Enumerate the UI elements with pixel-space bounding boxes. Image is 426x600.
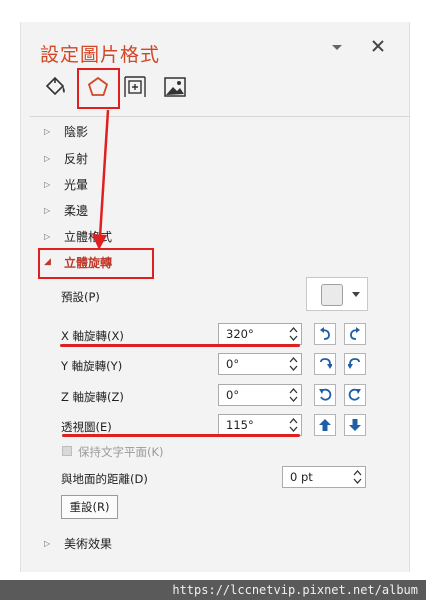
expand-arrow-icon: ▷	[44, 538, 51, 548]
paint-bucket-icon[interactable]	[42, 74, 68, 100]
section-3d-format[interactable]: ▷ 立體格式	[44, 227, 112, 245]
section-artistic-effects[interactable]: ▷ 美術效果	[44, 534, 112, 552]
arrow-down-icon	[349, 419, 361, 431]
preset-preview	[321, 284, 343, 306]
arrow-up-icon	[319, 419, 331, 431]
perspective-input[interactable]: 115°	[218, 414, 302, 436]
rotate-clockwise-button[interactable]	[314, 384, 336, 406]
size-properties-icon[interactable]	[122, 74, 148, 100]
section-shadow[interactable]: ▷ 陰影	[44, 122, 88, 140]
x-rotation-value: 320°	[226, 327, 254, 341]
y-rotation-label: Y 軸旋轉(Y)	[61, 359, 123, 373]
x-rotation-label: X 軸旋轉(X)	[61, 329, 124, 343]
section-label: 光暈	[64, 177, 89, 192]
section-glow[interactable]: ▷ 光暈	[44, 175, 88, 193]
expand-arrow-icon: ▷	[44, 153, 51, 163]
section-label: 反射	[64, 151, 89, 166]
z-rotation-value: 0°	[226, 388, 240, 402]
section-highlight-box	[38, 248, 154, 279]
annotation-underline-perspective	[62, 434, 300, 437]
selected-tab-highlight	[77, 68, 120, 109]
expand-arrow-icon: ▷	[44, 126, 51, 136]
y-rotation-input[interactable]: 0°	[218, 353, 302, 375]
section-label: 美術效果	[64, 536, 113, 551]
chevron-down-icon	[352, 292, 360, 297]
picture-icon[interactable]	[162, 74, 188, 100]
expand-arrow-icon: ▷	[44, 179, 51, 189]
perspective-label: 透視圖(E)	[61, 420, 112, 434]
annotation-underline-x	[60, 344, 300, 347]
rotate-clockwise-icon	[319, 388, 332, 401]
section-soft-edges[interactable]: ▷ 柔邊	[44, 201, 88, 219]
presets-dropdown[interactable]	[306, 277, 368, 311]
rotate-down-button[interactable]	[344, 353, 366, 375]
rotate-up-icon	[320, 358, 332, 369]
z-rotation-label: Z 軸旋轉(Z)	[61, 390, 124, 404]
reset-button[interactable]: 重設(R)	[61, 495, 118, 519]
presets-label: 預設(P)	[61, 290, 100, 304]
expand-arrow-icon: ▷	[44, 231, 51, 241]
spinner-icon[interactable]	[353, 469, 362, 485]
section-label: 立體格式	[64, 229, 113, 244]
section-label: 柔邊	[64, 203, 89, 218]
pane-title: 設定圖片格式	[40, 44, 161, 66]
z-rotation-input[interactable]: 0°	[218, 384, 302, 406]
rotate-counterclockwise-button[interactable]	[344, 384, 366, 406]
rotate-right-button[interactable]	[344, 323, 366, 345]
decrease-perspective-button[interactable]	[344, 414, 366, 436]
distance-label: 與地面的距離(D)	[61, 472, 148, 486]
close-icon[interactable]	[370, 38, 386, 54]
perspective-value: 115°	[226, 418, 254, 432]
y-rotation-value: 0°	[226, 357, 240, 371]
expand-arrow-icon: ▷	[44, 205, 51, 215]
x-rotation-input[interactable]: 320°	[218, 323, 302, 345]
distance-input[interactable]: 0 pt	[282, 466, 366, 488]
pane-options-dropdown-icon[interactable]	[330, 40, 344, 54]
section-label: 陰影	[64, 124, 89, 139]
watermark-url: https://lccnetvip.pixnet.net/album	[0, 580, 426, 600]
rotate-down-icon	[348, 358, 360, 369]
keep-text-flat-label: 保持文字平面(K)	[78, 445, 164, 459]
rotate-left-icon	[320, 327, 330, 340]
spinner-icon[interactable]	[289, 356, 298, 372]
rotate-left-button[interactable]	[314, 323, 336, 345]
increase-perspective-button[interactable]	[314, 414, 336, 436]
spinner-icon[interactable]	[289, 417, 298, 433]
keep-text-flat-checkbox[interactable]	[62, 446, 72, 456]
rotate-counterclockwise-icon	[348, 388, 361, 401]
distance-value: 0 pt	[290, 470, 313, 484]
rotate-right-icon	[350, 327, 360, 340]
spinner-icon[interactable]	[289, 326, 298, 342]
section-reflection[interactable]: ▷ 反射	[44, 149, 88, 167]
rotate-up-button[interactable]	[314, 353, 336, 375]
spinner-icon[interactable]	[289, 387, 298, 403]
tab-divider	[30, 116, 410, 117]
